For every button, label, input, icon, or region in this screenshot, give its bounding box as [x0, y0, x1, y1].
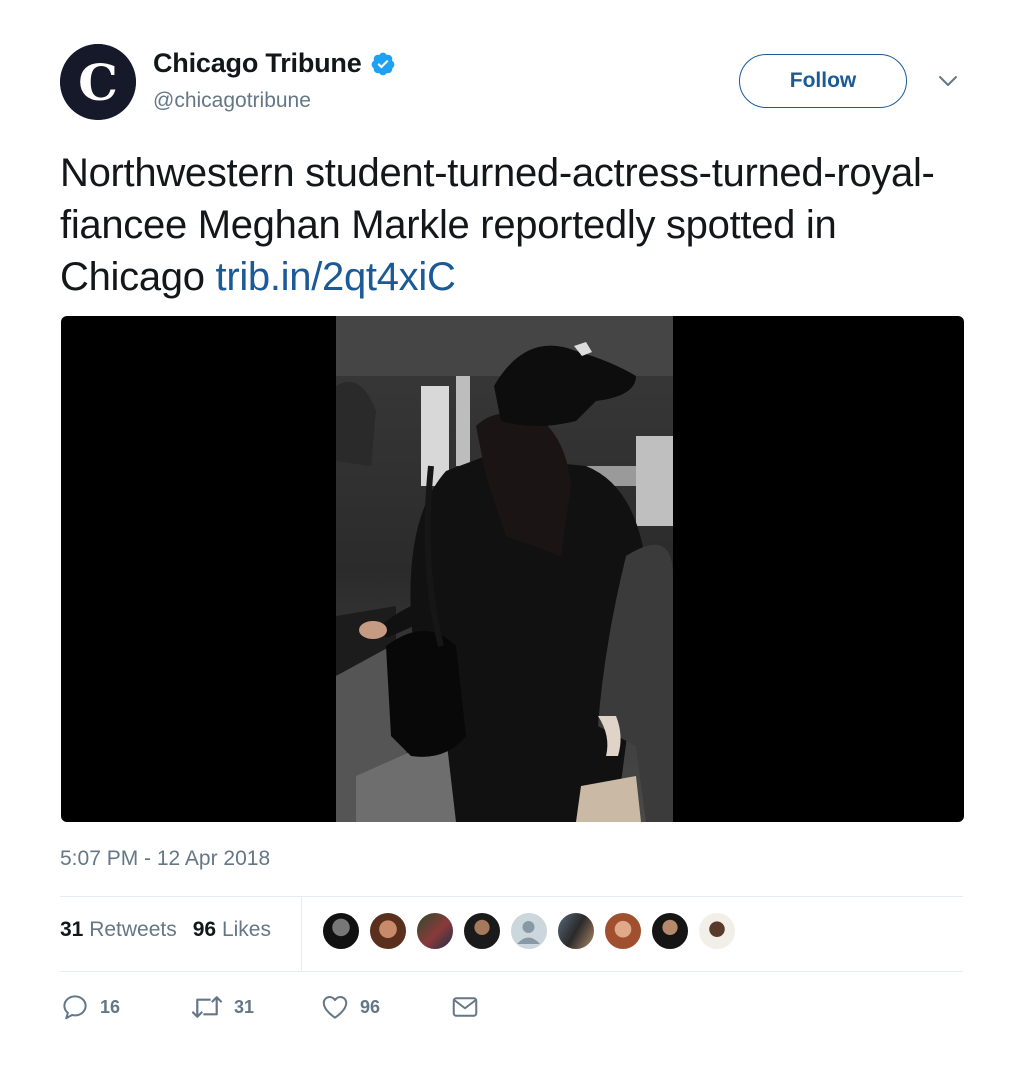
like-icon [322, 996, 348, 1019]
account-handle[interactable]: @chicagotribune [153, 89, 311, 113]
tweet-timestamp[interactable]: 5:07 PM - 12 Apr 2018 [60, 847, 270, 871]
liker-avatar[interactable] [651, 912, 689, 950]
divider-bottom [60, 971, 963, 972]
stats-separator [301, 897, 302, 972]
follow-button[interactable]: Follow [739, 54, 907, 108]
like-button[interactable]: 96 [320, 992, 450, 1022]
direct-message-button[interactable] [450, 992, 480, 1022]
direct-message-icon [452, 997, 478, 1017]
reply-icon [63, 995, 87, 1020]
likes-label: Likes [221, 918, 271, 941]
account-name-row: Chicago Tribune [153, 48, 396, 79]
reply-button[interactable]: 16 [60, 992, 190, 1022]
tribune-logo-icon: C [60, 44, 136, 120]
likes-count: 96 [192, 918, 217, 941]
video-player[interactable] [61, 316, 964, 822]
retweets-stat[interactable]: 31 Retweets [60, 918, 177, 942]
retweets-count: 31 [60, 918, 84, 941]
tweet-body: Northwestern student-turned-actress-turn… [60, 151, 935, 299]
liker-avatar-default[interactable] [510, 912, 548, 950]
liker-avatar[interactable] [557, 912, 595, 950]
like-count: 96 [360, 996, 381, 1017]
account-name[interactable]: Chicago Tribune [153, 48, 362, 79]
verified-badge-icon [371, 52, 394, 75]
liker-avatar[interactable] [416, 912, 454, 950]
divider-top [60, 896, 963, 897]
account-avatar[interactable]: C [60, 44, 136, 120]
liker-avatar[interactable] [698, 912, 736, 950]
chevron-down-icon[interactable] [936, 72, 960, 90]
retweet-button[interactable]: 31 [190, 992, 320, 1022]
tweet-actions: 16 31 96 [60, 992, 480, 1022]
default-profile-icon [517, 921, 540, 944]
video-frame [336, 316, 673, 822]
liker-avatar[interactable] [322, 912, 360, 950]
reply-count: 16 [100, 996, 121, 1017]
likes-stat[interactable]: 96 Likes [193, 918, 271, 942]
tweet-text: Northwestern student-turned-actress-turn… [60, 147, 980, 303]
liker-avatar[interactable] [463, 912, 501, 950]
tweet-link[interactable]: trib.in/2qt4xiC [216, 255, 456, 299]
liker-avatar[interactable] [369, 912, 407, 950]
liker-avatar[interactable] [604, 912, 642, 950]
liker-avatars [322, 912, 745, 950]
retweet-count: 31 [234, 996, 255, 1017]
retweet-icon [191, 996, 223, 1018]
svg-text:C: C [78, 53, 118, 112]
retweets-label: Retweets [89, 918, 177, 941]
tweet-stats: 31 Retweets 96 Likes [60, 918, 271, 942]
